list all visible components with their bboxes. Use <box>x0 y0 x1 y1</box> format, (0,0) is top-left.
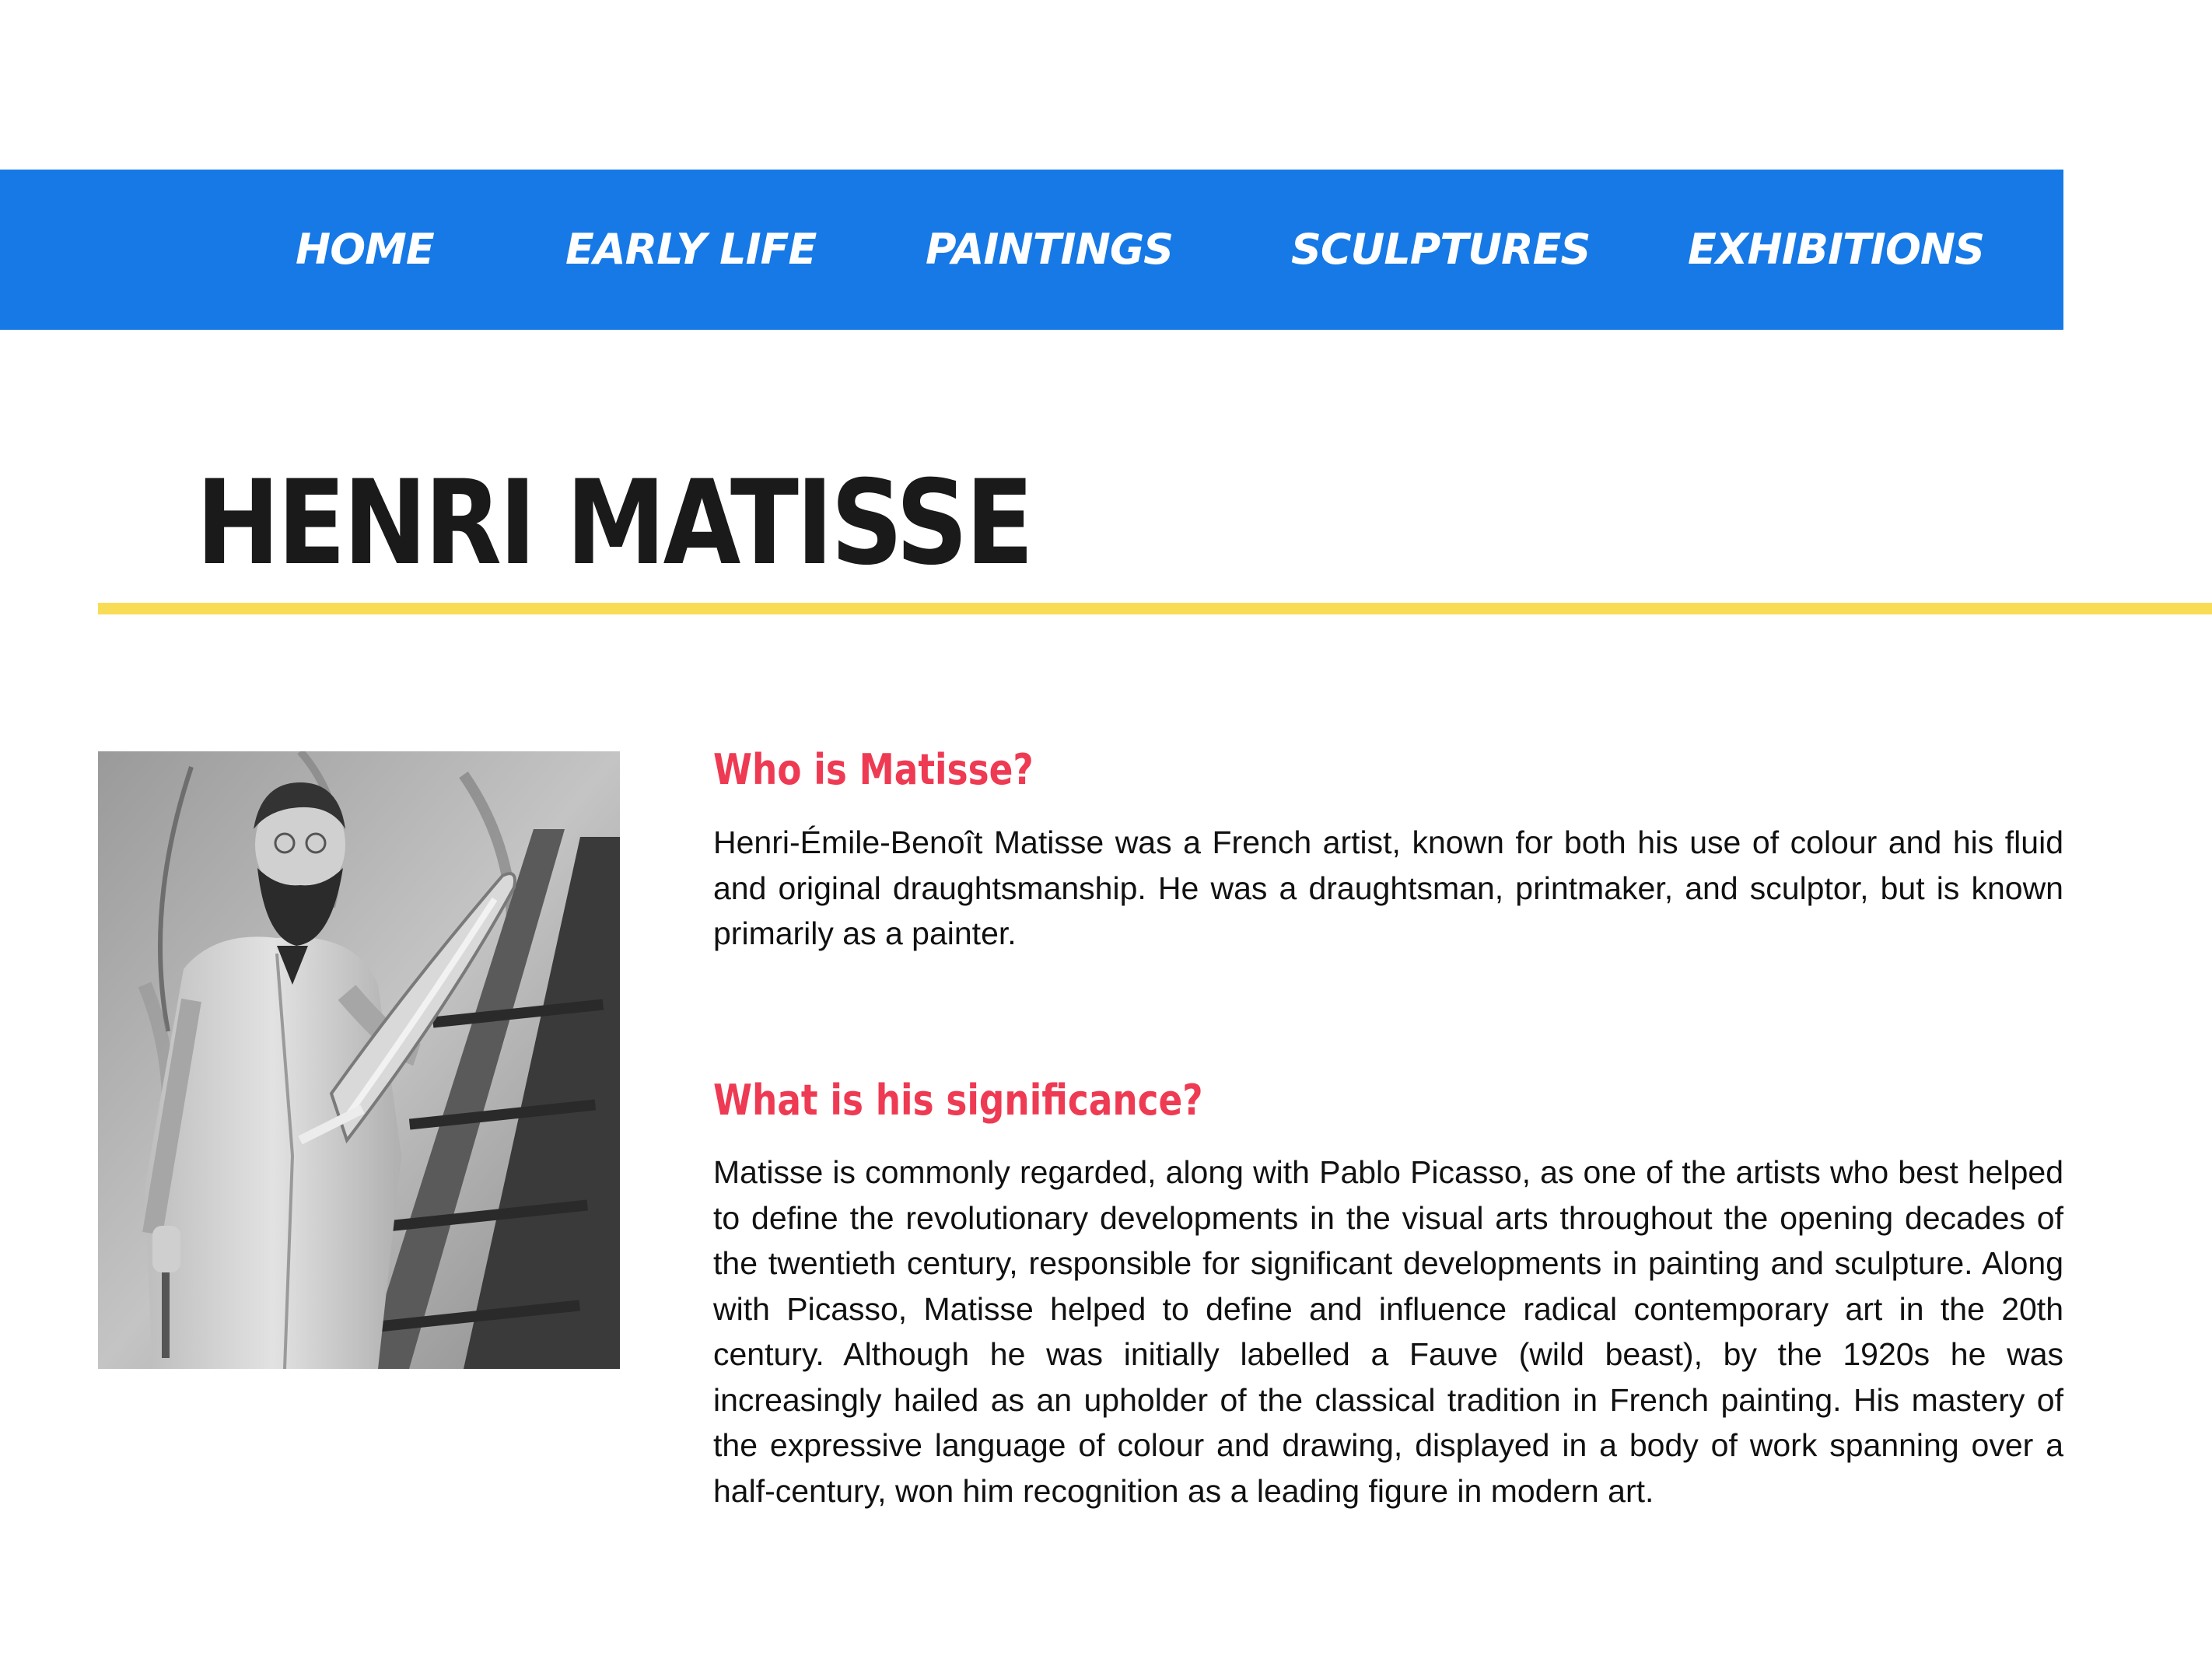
title-underline-divider <box>98 603 2212 614</box>
nav-item-paintings[interactable]: PAINTINGS <box>926 170 1174 330</box>
page-title: HENRI MATISSE <box>196 456 1034 591</box>
nav-item-early-life[interactable]: EARLY LIFE <box>565 170 817 330</box>
section-body-significance: Matisse is commonly regarded, along with… <box>713 1154 2063 1509</box>
main-navigation: HOME EARLY LIFE PAINTINGS SCULPTURES EXH… <box>0 170 2063 330</box>
matisse-portrait-photo <box>98 751 620 1369</box>
nav-item-exhibitions[interactable]: EXHIBITIONS <box>1688 170 1985 330</box>
nav-item-home[interactable]: HOME <box>296 170 435 330</box>
section-body-who-is-matisse: Henri-Émile-Benoît Matisse was a French … <box>713 824 2063 951</box>
section-heading-significance: What is his significance? <box>713 1076 1203 1125</box>
section-heading-who-is-matisse: Who is Matisse? <box>713 745 1034 794</box>
nav-item-sculptures[interactable]: SCULPTURES <box>1291 170 1591 330</box>
